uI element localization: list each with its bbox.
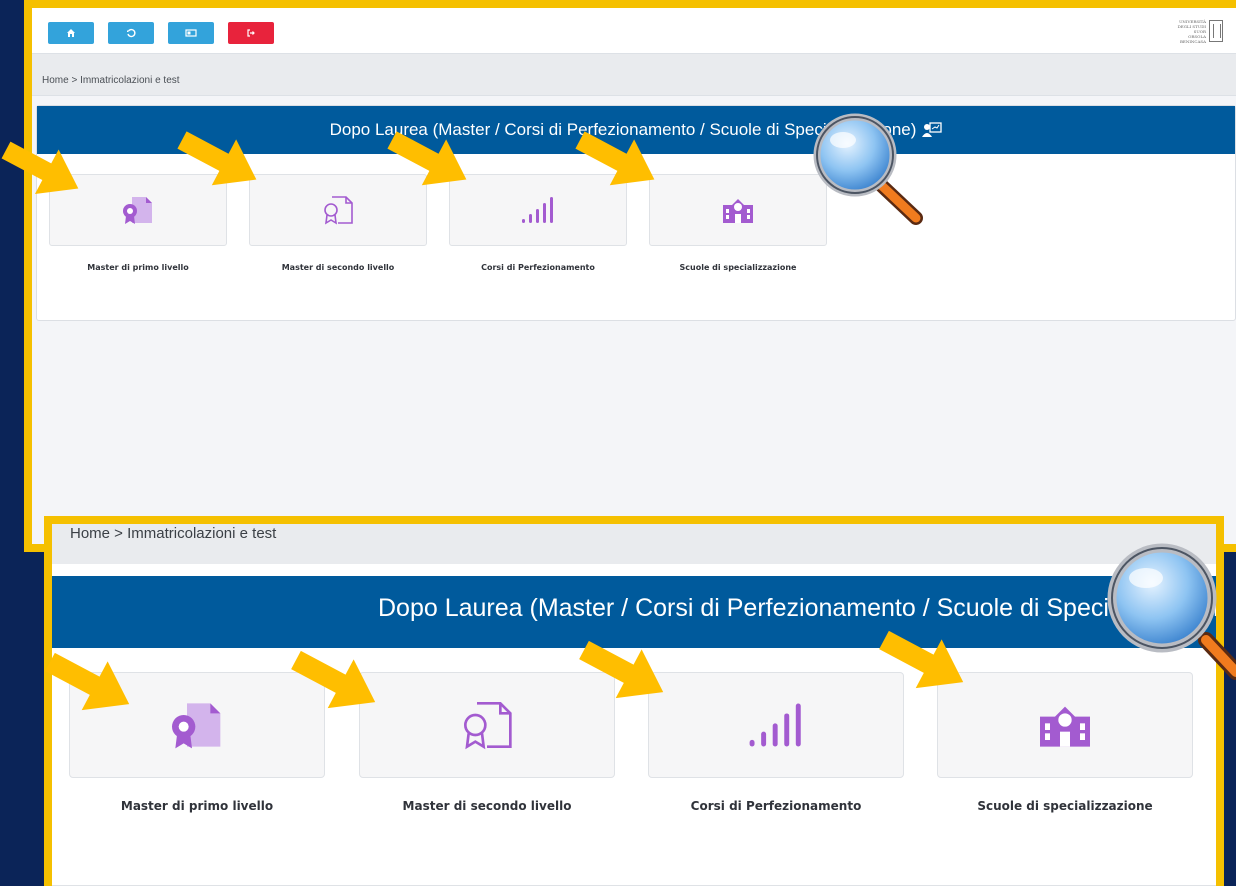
- breadcrumb: Home > Immatricolazioni e test: [32, 54, 1236, 96]
- section-title: Dopo Laurea (Master / Corsi di Perfezion…: [378, 594, 1216, 622]
- tile-scuole-specializzazione[interactable]: [649, 174, 827, 246]
- school-icon: [723, 199, 753, 223]
- section-header: Dopo Laurea (Master / Corsi di Perfezion…: [37, 106, 1235, 154]
- signal-bars-icon: [522, 197, 553, 223]
- post-graduate-card: Dopo Laurea (Master / Corsi di Perfezion…: [36, 105, 1236, 321]
- tile-master-primo-livello[interactable]: [49, 174, 227, 246]
- certificate-outline-icon: [324, 196, 353, 225]
- certificate-filled-icon: [172, 703, 221, 749]
- breadcrumb-text: Home > Immatricolazioni e test: [70, 525, 277, 542]
- presentation-user-icon: [922, 122, 943, 137]
- tile-label: Master di primo livello: [120, 799, 274, 813]
- home-icon: [67, 29, 75, 37]
- screenshot-panel-top: UNIVERSITÀ DEGLI STUDI SUOR ORSOLA BENIN…: [24, 0, 1236, 552]
- section-title: Dopo Laurea (Master / Corsi di Perfezion…: [329, 120, 917, 139]
- history-button[interactable]: [108, 22, 154, 44]
- id-card-icon: [185, 29, 197, 37]
- tile-scuole-specializzazione-zoom[interactable]: [937, 672, 1193, 778]
- building-icon: [1209, 20, 1223, 42]
- breadcrumb-text: Home > Immatricolazioni e test: [42, 75, 180, 86]
- tile-label: Scuole di specializzazione: [977, 799, 1153, 813]
- certificate-outline-icon: [464, 702, 512, 750]
- home-button[interactable]: [48, 22, 94, 44]
- id-card-button[interactable]: [168, 22, 214, 44]
- school-icon: [1040, 706, 1090, 747]
- tile-master-secondo-livello-zoom[interactable]: [359, 672, 615, 778]
- tile-master-secondo-livello[interactable]: [249, 174, 427, 246]
- tile-label: Corsi di Perfezionamento: [690, 799, 862, 813]
- certificate-filled-icon: [123, 197, 152, 224]
- tile-label: Master di secondo livello: [281, 263, 395, 272]
- top-navbar: UNIVERSITÀ DEGLI STUDI SUOR ORSOLA BENIN…: [32, 8, 1236, 54]
- section-header-zoom: Dopo Laurea (Master / Corsi di Perfezion…: [52, 576, 1216, 648]
- logout-button[interactable]: [228, 22, 274, 44]
- tile-label: Master di secondo livello: [402, 799, 572, 813]
- breadcrumb-zoom: Home > Immatricolazioni e test: [52, 524, 1216, 564]
- tile-label: Master di primo livello: [87, 263, 189, 272]
- tile-master-primo-livello-zoom[interactable]: [69, 672, 325, 778]
- tile-corsi-perfezionamento[interactable]: [449, 174, 627, 246]
- tile-corsi-perfezionamento-zoom[interactable]: [648, 672, 904, 778]
- logout-icon: [247, 29, 255, 37]
- tile-label: Corsi di Perfezionamento: [481, 263, 595, 272]
- university-logo: UNIVERSITÀ DEGLI STUDI SUOR ORSOLA BENIN…: [1176, 18, 1224, 44]
- signal-bars-icon: [749, 703, 801, 747]
- tile-label: Scuole di specializzazione: [679, 263, 797, 272]
- history-icon: [127, 28, 136, 38]
- screenshot-panel-zoom: Home > Immatricolazioni e test Dopo Laur…: [44, 516, 1224, 886]
